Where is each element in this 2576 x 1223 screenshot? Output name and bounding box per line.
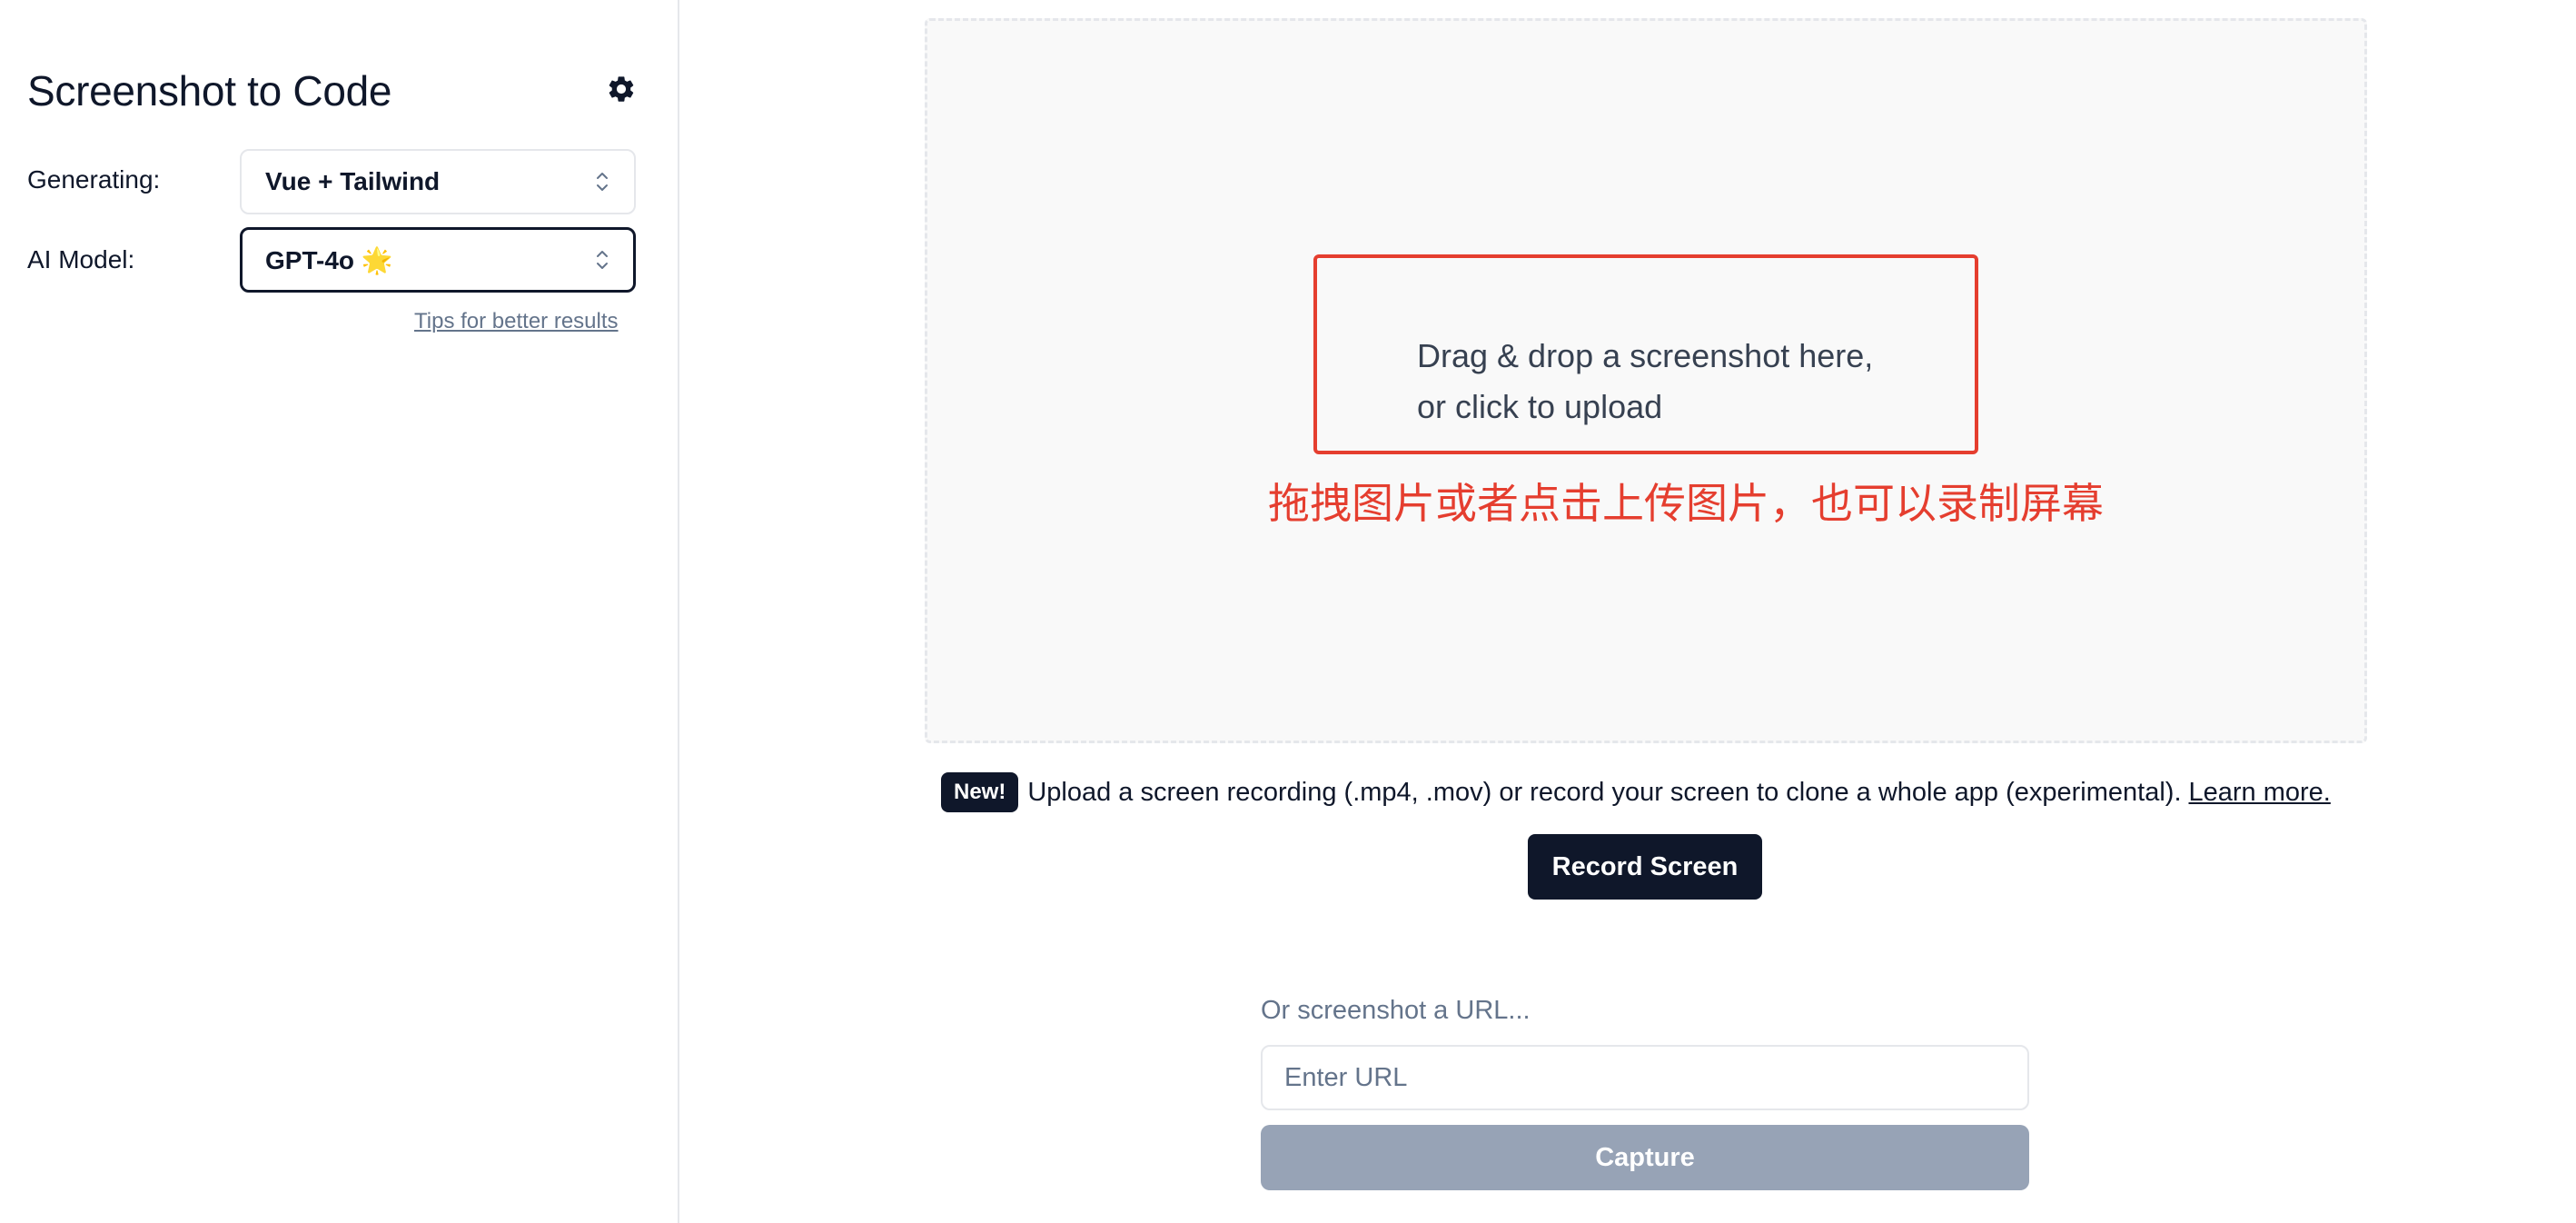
capture-button[interactable]: Capture [1261,1125,2029,1190]
learn-more-link[interactable]: Learn more. [2189,778,2331,808]
annotation-text: 拖拽图片或者点击上传图片，也可以录制屏幕 [1268,479,2104,528]
model-label: AI Model: [27,245,135,273]
generating-value: Vue + Tailwind [265,167,441,195]
dropzone-text-line2: or click to upload [1417,388,1663,425]
model-value: GPT-4o 🌟 [265,245,393,274]
dropzone-text[interactable]: Drag & drop a screenshot here, or click … [1417,331,1873,433]
app-title: Screenshot to Code [27,67,392,114]
screen-recording-text: Upload a screen recording (.mp4, .mov) o… [1027,777,2182,807]
chevron-up-down-icon [597,173,608,191]
url-label: Or screenshot a URL... [1261,996,1531,1025]
model-select[interactable]: GPT-4o 🌟 [240,227,636,293]
chevron-up-down-icon [597,251,608,269]
new-badge: New! [941,772,1019,812]
record-screen-button[interactable]: Record Screen [1528,834,1762,900]
sidebar: Screenshot to Code Generating: Vue + Tai… [0,0,679,1223]
generating-label: Generating: [27,165,161,194]
dropzone-text-line1: Drag & drop a screenshot here, [1417,337,1874,374]
url-input[interactable] [1261,1045,2029,1110]
generating-select[interactable]: Vue + Tailwind [240,149,636,214]
settings-button[interactable] [603,71,639,107]
tips-link[interactable]: Tips for better results [414,309,619,334]
gear-icon [609,76,634,102]
screen-recording-notice: New! Upload a screen recording (.mp4, .m… [941,772,2331,812]
app-root: Screenshot to Code Generating: Vue + Tai… [0,0,2576,1223]
